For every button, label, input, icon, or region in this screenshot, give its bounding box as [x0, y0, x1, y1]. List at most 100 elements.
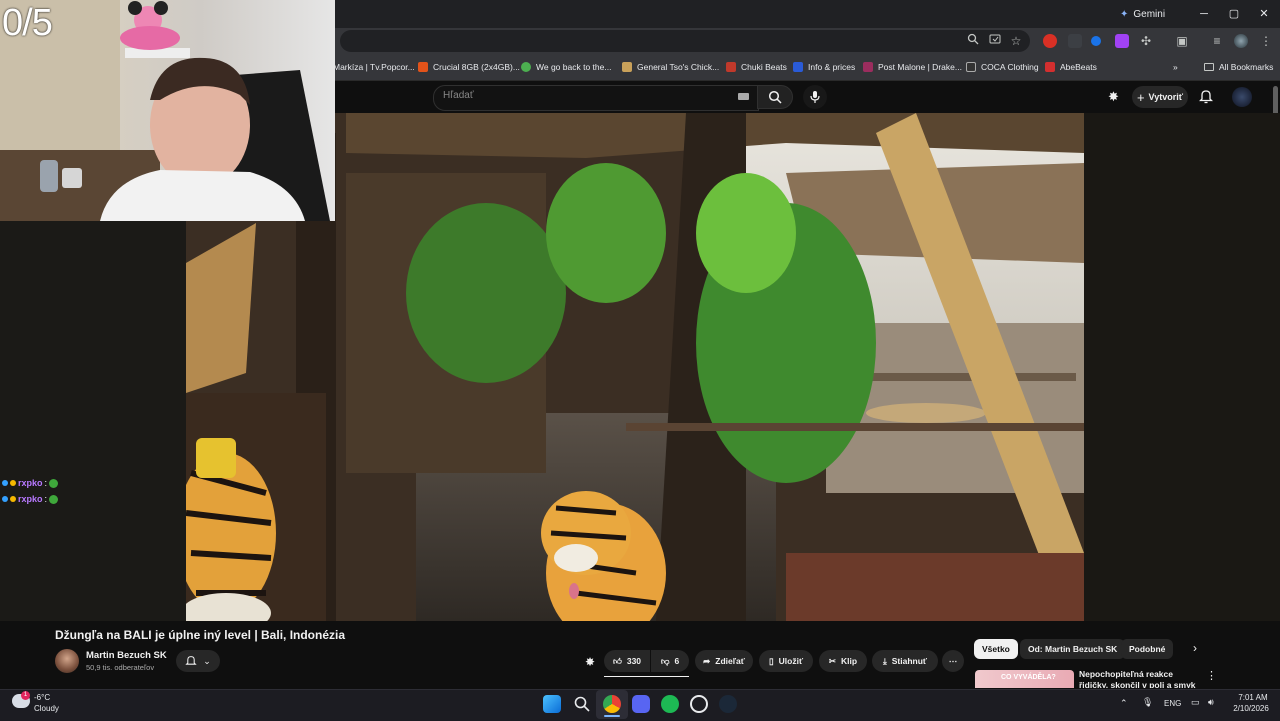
- sidebar-icon[interactable]: ▣: [1173, 32, 1191, 50]
- bookmarks-overflow-chevron-icon[interactable]: »: [1173, 58, 1178, 76]
- chat-badge-icon: [10, 480, 16, 486]
- extensions-puzzle-icon[interactable]: ✣: [1137, 32, 1155, 50]
- chip-related[interactable]: Podobné: [1121, 639, 1174, 659]
- steam-icon[interactable]: [719, 695, 737, 713]
- bookmark-favicon-icon: [863, 62, 873, 72]
- bookmark-star-icon[interactable]: ☆: [1007, 32, 1025, 50]
- bookmark-item[interactable]: AbeBeats: [1045, 58, 1097, 76]
- minimize-button[interactable]: ─: [1194, 6, 1214, 22]
- input-language[interactable]: ENG: [1164, 699, 1181, 708]
- bookmark-favicon-icon: [521, 62, 531, 72]
- recommendation-title[interactable]: Nepochopiteľná reakce řidičky, skončil v…: [1079, 669, 1201, 688]
- bookmark-item[interactable]: Chuki Beats: [726, 58, 787, 76]
- chrome-icon[interactable]: [603, 695, 621, 713]
- stream-chat-panel: [0, 221, 186, 621]
- media-control-icon[interactable]: ≡: [1208, 32, 1226, 50]
- maximize-button[interactable]: ▢: [1224, 6, 1244, 22]
- save-button[interactable]: ▯ Uložiť: [759, 650, 813, 672]
- channel-name[interactable]: Martin Bezuch SK: [86, 650, 167, 661]
- account-avatar[interactable]: [1232, 87, 1252, 107]
- extension-icon[interactable]: [1115, 34, 1129, 48]
- goal-counter: 0/5: [2, 2, 53, 44]
- emote-icon: [49, 478, 59, 488]
- bookmark-item[interactable]: Info & prices: [793, 58, 855, 76]
- search-icon[interactable]: [573, 695, 591, 713]
- chat-separator: :: [44, 494, 48, 504]
- chip-all[interactable]: Všetko: [974, 639, 1018, 659]
- more-actions-button[interactable]: ⋯: [942, 650, 964, 672]
- download-button[interactable]: ⤓ Stiahnuť: [872, 650, 938, 672]
- chevron-down-icon: ⌄: [203, 655, 211, 666]
- chips-next-chevron-icon[interactable]: ›: [1193, 641, 1197, 655]
- search-button[interactable]: [757, 85, 793, 109]
- share-button[interactable]: ➦ Zdieľať: [695, 650, 753, 672]
- chat-badge-icon: [2, 480, 8, 486]
- discord-icon[interactable]: [632, 695, 650, 713]
- thumbs-up-icon: 👍︎: [612, 655, 622, 666]
- bookmark-favicon-icon: [418, 62, 428, 72]
- bookmark-item[interactable]: We go back to the...: [521, 58, 611, 76]
- more-horizontal-icon: ⋯: [948, 655, 958, 666]
- profile-avatar[interactable]: [1234, 34, 1248, 48]
- close-button[interactable]: ✕: [1254, 6, 1274, 22]
- microphone-icon: [810, 91, 820, 103]
- weather-temperature[interactable]: -6°C: [34, 693, 50, 702]
- tray-overflow-chevron-icon[interactable]: ⌃: [1120, 698, 1128, 709]
- search-placeholder: Hľadať: [443, 90, 474, 101]
- volume-icon[interactable]: 🔊︎: [1208, 697, 1214, 708]
- gemini-label: Gemini: [1133, 8, 1166, 20]
- folder-icon: [1204, 63, 1214, 71]
- clock-date[interactable]: 2/10/2026: [1226, 704, 1276, 713]
- active-app-indicator: [604, 715, 620, 717]
- clip-button[interactable]: ✂ Klip: [819, 650, 867, 672]
- download-icon: ⤓: [882, 655, 887, 666]
- channel-avatar[interactable]: [55, 649, 79, 673]
- create-button[interactable]: + Vytvoriť: [1132, 86, 1188, 108]
- clock-time[interactable]: 7:01 AM: [1230, 693, 1276, 702]
- chip-from-channel[interactable]: Od: Martin Bezuch SK: [1020, 639, 1126, 659]
- bookmark-item[interactable]: Post Malone | Drake...: [863, 58, 962, 76]
- video-title: Džungľa na BALI je úplne iný level | Bal…: [55, 628, 346, 642]
- recommendation-menu-icon[interactable]: ⋮: [1206, 669, 1217, 682]
- thumbnail-text: CO VYVÁDĚLA?: [1001, 674, 1056, 681]
- like-button[interactable]: 👍︎ 330: [604, 650, 650, 672]
- right-side-panel: [1084, 113, 1280, 621]
- subscriber-count: 50,9 tis. odberateľov: [86, 663, 155, 672]
- chat-message: rxpko :: [2, 478, 59, 488]
- gemini-button[interactable]: ✦ Gemini: [1120, 5, 1165, 23]
- microphone-tray-icon[interactable]: 🎙︎: [1142, 697, 1153, 708]
- extension-icon[interactable]: [1068, 34, 1082, 48]
- recommendation-thumbnail[interactable]: CO VYVÁDĚLA?: [975, 670, 1074, 688]
- chrome-menu-icon[interactable]: ⋮: [1257, 32, 1275, 50]
- address-bar[interactable]: [340, 30, 1030, 52]
- spotify-icon[interactable]: [661, 695, 679, 713]
- extension-icon[interactable]: [1091, 36, 1101, 46]
- gemini-sparkle-icon[interactable]: ✸: [1108, 89, 1124, 105]
- ask-ai-sparkle-icon[interactable]: ✸: [585, 655, 599, 669]
- voice-search-button[interactable]: [803, 85, 827, 109]
- share-arrow-icon: ➦: [703, 655, 711, 666]
- extension-icon[interactable]: [1043, 34, 1057, 48]
- obs-icon[interactable]: [690, 695, 708, 713]
- bookmark-item[interactable]: Crucial 8GB (2x4GB)...: [418, 58, 520, 76]
- windows-start-icon[interactable]: [543, 695, 561, 713]
- all-bookmarks-button[interactable]: All Bookmarks: [1204, 58, 1273, 76]
- keyboard-icon[interactable]: [738, 93, 749, 100]
- cast-icon[interactable]: [986, 32, 1004, 50]
- zoom-icon[interactable]: [964, 32, 982, 50]
- weather-alert-icon: 1: [21, 691, 30, 700]
- weather-description[interactable]: Cloudy: [34, 704, 59, 713]
- chat-username: rxpko: [18, 478, 43, 488]
- download-label: Stiahnuť: [891, 656, 927, 666]
- notifications-bell-icon[interactable]: [1198, 89, 1215, 105]
- webcam-overlay: 0/5: [0, 0, 335, 221]
- subscription-bell-button[interactable]: ⌄: [176, 650, 220, 672]
- network-icon[interactable]: ▭: [1191, 697, 1200, 708]
- bookmark-favicon-icon: [622, 62, 632, 72]
- plus-icon: +: [1136, 89, 1145, 105]
- search-icon: [768, 90, 782, 104]
- dislike-button[interactable]: 👎︎ 6: [651, 650, 689, 672]
- bookmark-item[interactable]: General Tso's Chick...: [622, 58, 719, 76]
- bookmark-item[interactable]: COCA Clothing: [966, 58, 1039, 76]
- search-input[interactable]: [433, 85, 759, 111]
